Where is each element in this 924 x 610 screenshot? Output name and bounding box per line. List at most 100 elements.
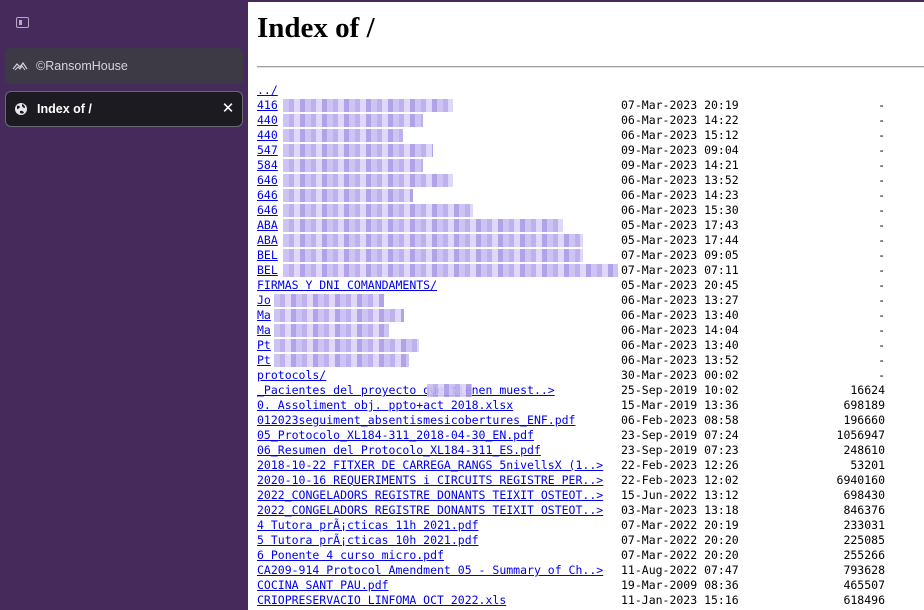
modified-date: 09-Mar-2023 14:21 bbox=[621, 158, 739, 172]
file-link[interactable]: Pt bbox=[257, 338, 271, 353]
file-link[interactable]: 2022_CONGELADORS REGISTRE DONANTS TEIXIT… bbox=[257, 488, 603, 503]
file-link[interactable]: 6 Ponente 4 curso micro.pdf bbox=[257, 548, 444, 563]
modified-date: 23-Sep-2019 07:24 bbox=[621, 428, 739, 442]
file-size: 1056947 bbox=[836, 428, 885, 442]
file-link[interactable]: BEL bbox=[257, 248, 278, 263]
file-link[interactable]: FIRMAS Y DNI COMANDAMENTS/ bbox=[257, 278, 437, 293]
file-link[interactable]: 4 Tutora prÃ¡cticas 11h 2021.pdf bbox=[257, 518, 479, 533]
modified-date: 06-Mar-2023 13:52 bbox=[621, 353, 739, 367]
modified-date: 19-Mar-2009 08:36 bbox=[621, 578, 739, 592]
file-link[interactable]: 012023seguiment_absentismesicobertures_E… bbox=[257, 413, 576, 428]
sidebar-toggle-icon[interactable] bbox=[16, 17, 29, 28]
modified-date: 22-Feb-2023 12:02 bbox=[621, 473, 739, 487]
file-link[interactable]: 646 bbox=[257, 188, 278, 203]
file-size: - bbox=[878, 293, 885, 307]
redaction-mask bbox=[274, 354, 409, 367]
redaction-mask bbox=[274, 324, 389, 337]
file-size: 16624 bbox=[850, 383, 885, 397]
modified-date: 06-Mar-2023 15:30 bbox=[621, 203, 739, 217]
file-size: 698430 bbox=[843, 488, 885, 502]
file-size: - bbox=[878, 158, 885, 172]
modified-date: 06-Feb-2023 08:58 bbox=[621, 413, 739, 427]
redaction-mask bbox=[283, 144, 433, 157]
file-link[interactable]: Ma bbox=[257, 308, 271, 323]
table-row: 4 Tutora prÃ¡cticas 11h 2021.pdf 07-Mar-2… bbox=[257, 518, 917, 533]
file-link[interactable]: BEL bbox=[257, 263, 278, 278]
divider bbox=[257, 66, 924, 68]
redaction-mask bbox=[283, 204, 473, 217]
table-row: 646 06-Mar-2023 15:30 - bbox=[257, 203, 917, 218]
table-row: CA209-914 Protocol Amendment 05 - Summar… bbox=[257, 563, 917, 578]
redaction-mask bbox=[283, 234, 583, 247]
file-link[interactable]: 646 bbox=[257, 173, 278, 188]
file-size: 465507 bbox=[843, 578, 885, 592]
table-row: BEL 07-Mar-2023 07:11 - bbox=[257, 263, 917, 278]
table-row: 584 09-Mar-2023 14:21 - bbox=[257, 158, 917, 173]
modified-date: 05-Mar-2023 17:44 bbox=[621, 233, 739, 247]
file-link[interactable]: ABA bbox=[257, 218, 278, 233]
table-row: COCINA SANT PAU.pdf 19-Mar-2009 08:36 4655… bbox=[257, 578, 917, 593]
tab-index[interactable]: Index of / ✕ bbox=[5, 91, 243, 127]
modified-date: 06-Mar-2023 14:22 bbox=[621, 113, 739, 127]
file-size: 196660 bbox=[843, 413, 885, 427]
table-row: FIRMAS Y DNI COMANDAMENTS/05-Mar-2023 20… bbox=[257, 278, 917, 293]
file-link[interactable]: Pt bbox=[257, 353, 271, 368]
modified-date: 07-Mar-2022 20:20 bbox=[621, 533, 739, 547]
modified-date: 11-Aug-2022 07:47 bbox=[621, 563, 739, 577]
file-size: - bbox=[878, 323, 885, 337]
file-link[interactable]: 547 bbox=[257, 143, 278, 158]
file-link[interactable]: 2022_CONGELADORS REGISTRE DONANTS TEIXIT… bbox=[257, 503, 603, 518]
table-row: Jo 06-Mar-2023 13:27 - bbox=[257, 293, 917, 308]
redaction-mask bbox=[283, 99, 453, 112]
file-link[interactable]: CRIOPRESERVACIO LINFOMA OCT 2022.xls bbox=[257, 593, 506, 608]
file-size: 233031 bbox=[843, 518, 885, 532]
tab-label: ©RansomHouse bbox=[36, 59, 128, 73]
file-size: - bbox=[878, 353, 885, 367]
file-size: - bbox=[878, 173, 885, 187]
modified-date: 07-Mar-2023 20:19 bbox=[621, 98, 739, 112]
file-link[interactable]: 440 bbox=[257, 128, 278, 143]
file-size: - bbox=[878, 248, 885, 262]
file-size: 793628 bbox=[843, 563, 885, 577]
file-size: - bbox=[878, 263, 885, 277]
parent-directory-link[interactable]: ../ bbox=[257, 83, 278, 98]
modified-date: 07-Mar-2022 20:19 bbox=[621, 518, 739, 532]
file-link[interactable]: 0. Assoliment obj. ppto+act 2018.xlsx bbox=[257, 398, 513, 413]
file-link[interactable]: 646 bbox=[257, 203, 278, 218]
ransomhouse-logo-icon bbox=[12, 58, 28, 74]
file-link[interactable]: 2018-10-22 FITXER DE CARREGA_RANGS 5nive… bbox=[257, 458, 603, 473]
file-link[interactable]: protocols/ bbox=[257, 368, 326, 383]
file-link[interactable]: 05_Protocolo_XL184-311_2018-04-30_EN.pdf bbox=[257, 428, 534, 443]
file-link[interactable]: 2020-10-16 REQUERIMENTS i CIRCUITS REGIS… bbox=[257, 473, 603, 488]
close-tab-icon[interactable]: ✕ bbox=[220, 100, 236, 118]
file-link[interactable]: Jo bbox=[257, 293, 271, 308]
file-link[interactable]: CA209-914 Protocol Amendment 05 - Summar… bbox=[257, 563, 603, 578]
file-size: - bbox=[878, 368, 885, 382]
file-link[interactable]: 5 Tutora prÃ¡cticas 10h 2021.pdf bbox=[257, 533, 479, 548]
table-row: CRIOPRESERVACIO LINFOMA OCT 2022.xls 11-J… bbox=[257, 593, 917, 608]
file-size: - bbox=[878, 233, 885, 247]
file-link[interactable]: COCINA SANT PAU.pdf bbox=[257, 578, 389, 593]
redaction-mask bbox=[283, 189, 413, 202]
file-link[interactable]: ABA bbox=[257, 233, 278, 248]
redaction-mask bbox=[283, 249, 583, 262]
file-link[interactable]: _Pacientes del proyecto que tienen muest… bbox=[257, 383, 555, 398]
modified-date: 30-Mar-2023 00:02 bbox=[621, 368, 739, 382]
file-link[interactable]: 06_Resumen del Protocolo_XL184-311_ES.pd… bbox=[257, 443, 541, 458]
modified-date: 06-Mar-2023 13:40 bbox=[621, 338, 739, 352]
file-size: - bbox=[878, 98, 885, 112]
modified-date: 06-Mar-2023 13:27 bbox=[621, 293, 739, 307]
file-link[interactable]: 416 bbox=[257, 98, 278, 113]
file-link[interactable]: 440 bbox=[257, 113, 278, 128]
table-row: 06_Resumen del Protocolo_XL184-311_ES.pd… bbox=[257, 443, 917, 458]
table-row: Ma 06-Mar-2023 13:40 - bbox=[257, 308, 917, 323]
table-row: 012023seguiment_absentismesicobertures_E… bbox=[257, 413, 917, 428]
file-link[interactable]: 584 bbox=[257, 158, 278, 173]
file-size: 53201 bbox=[850, 458, 885, 472]
redaction-mask bbox=[283, 219, 563, 232]
file-link[interactable]: Ma bbox=[257, 323, 271, 338]
tab-ransomhouse[interactable]: ©RansomHouse bbox=[5, 48, 243, 84]
redaction-mask bbox=[283, 129, 403, 142]
modified-date: 06-Mar-2023 14:04 bbox=[621, 323, 739, 337]
file-size: - bbox=[878, 338, 885, 352]
